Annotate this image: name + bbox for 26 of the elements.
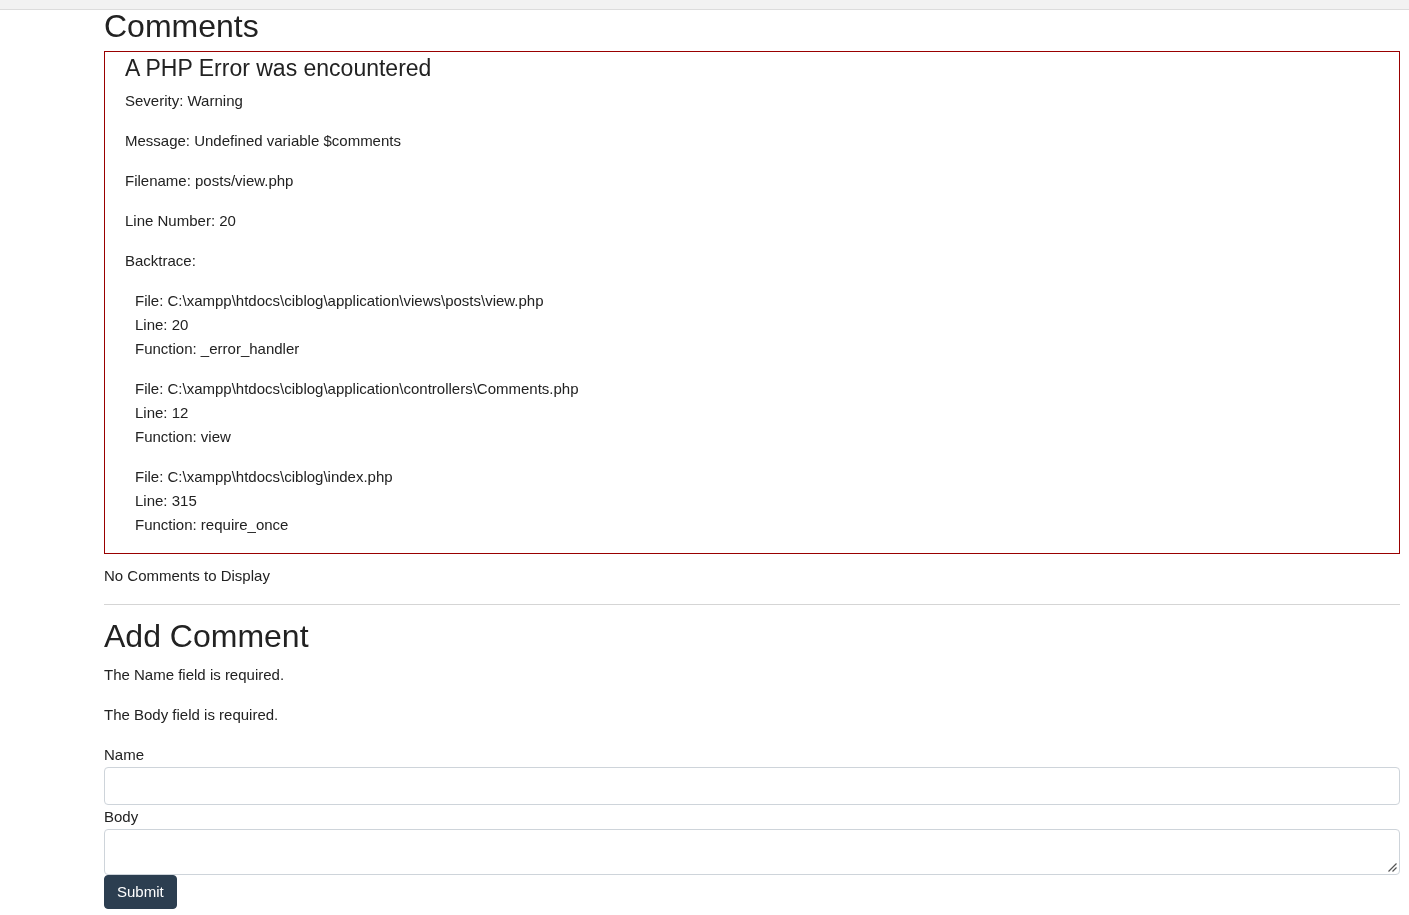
backtrace-function: Function: _error_handler (135, 339, 301, 359)
submit-button[interactable]: Submit (104, 875, 177, 909)
error-detail: Line Number: 20 (125, 211, 237, 231)
section-heading: Add Comment (104, 617, 310, 655)
error-detail: Severity: Warning (125, 91, 244, 111)
backtrace-file: File: C:\xampp\htdocs\ciblog\index.php (135, 467, 394, 487)
text-input-field[interactable] (104, 767, 1400, 805)
field-label: Body (104, 807, 140, 827)
backtrace-function: Function: require_once (135, 515, 290, 535)
error-title: A PHP Error was encountered (125, 54, 433, 82)
textarea-field[interactable] (104, 829, 1400, 875)
field-label: Name (104, 745, 145, 765)
backtrace-line: Line: 12 (135, 403, 190, 423)
error-detail: Backtrace: (125, 251, 197, 271)
backtrace-file: File: C:\xampp\htdocs\ciblog\application\controllers\Comments.php (135, 379, 580, 399)
empty-comments-message: No Comments to Display (104, 566, 271, 586)
validation-error: The Name field is required. (104, 665, 286, 685)
backtrace-line: Line: 315 (135, 491, 198, 511)
resize-grip-icon[interactable] (1388, 863, 1397, 872)
backtrace-file: File: C:\xampp\htdocs\ciblog\application\views\posts\view.php (135, 291, 545, 311)
error-detail: Message: Undefined variable $comments (125, 131, 402, 151)
backtrace-line: Line: 20 (135, 315, 190, 335)
page-heading: Comments (104, 10, 260, 42)
backtrace-function: Function: view (135, 427, 232, 447)
error-detail: Filename: posts/view.php (125, 171, 295, 191)
validation-error: The Body field is required. (104, 705, 280, 725)
